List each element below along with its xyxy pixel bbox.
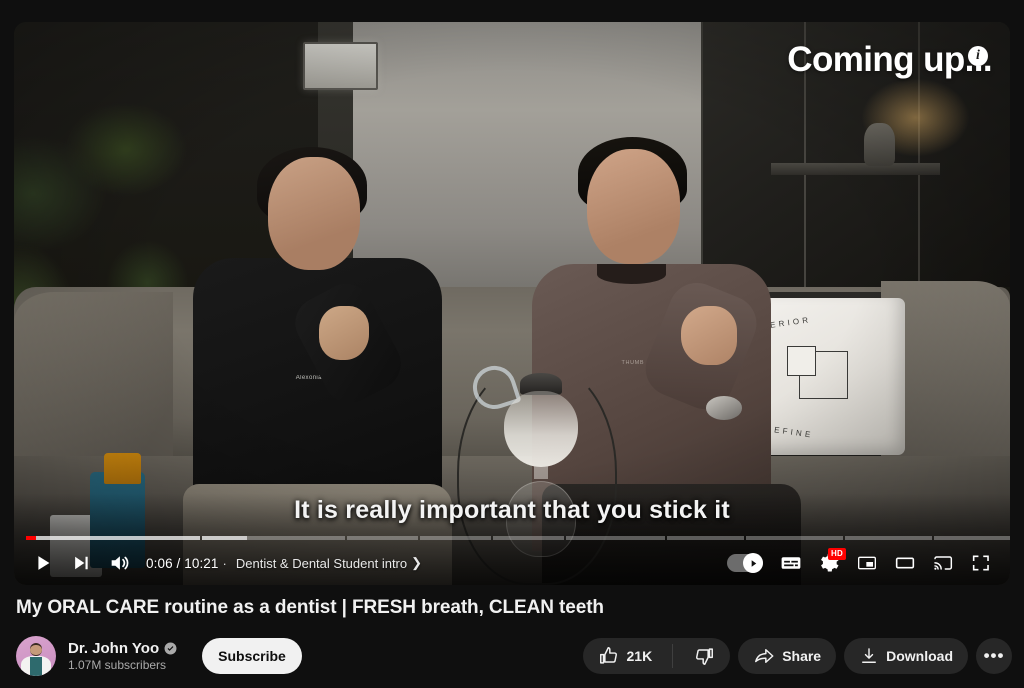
played-progress xyxy=(26,536,36,540)
dislike-button[interactable] xyxy=(680,638,730,674)
cast-icon[interactable] xyxy=(924,544,962,582)
throw-pillow: ERIOR EFINE xyxy=(761,297,906,456)
chapter-segment[interactable] xyxy=(419,536,491,540)
hourglass xyxy=(467,360,578,557)
buffered-progress xyxy=(202,536,247,540)
verified-badge-icon xyxy=(164,642,177,655)
person-right-head xyxy=(586,148,681,265)
video-title: My ORAL CARE routine as a dentist | FRES… xyxy=(16,597,604,618)
like-button[interactable]: 21K xyxy=(583,638,666,674)
chapter-title-text: Dentist & Dental Student intro xyxy=(235,555,408,571)
channel-name-row: Dr. John Yoo xyxy=(68,640,177,657)
info-icon[interactable]: i xyxy=(968,46,988,66)
channel-info: Dr. John Yoo 1.07M subscribers xyxy=(68,640,177,672)
shelf xyxy=(770,162,941,176)
share-button[interactable]: Share xyxy=(738,638,837,674)
chapter-segment[interactable] xyxy=(844,536,933,540)
volume-button[interactable] xyxy=(100,544,138,582)
current-chapter-link[interactable]: Dentist & Dental Student intro ❯ xyxy=(236,555,422,571)
download-button[interactable]: Download xyxy=(844,638,968,674)
hourglass-top-bulb xyxy=(504,391,578,467)
chapter-segment[interactable] xyxy=(202,536,345,540)
thumbs-down-icon xyxy=(696,648,714,665)
hourglass-neck xyxy=(533,461,549,480)
autoplay-toggle[interactable] xyxy=(724,544,772,582)
product-bottle-cap xyxy=(103,452,142,484)
buffered-progress xyxy=(26,536,201,540)
chapter-segment[interactable] xyxy=(346,536,418,540)
player-controls: 0:06 / 10:21 · Dentist & Dental Student … xyxy=(14,541,1010,585)
person-right-collar xyxy=(596,264,667,284)
avatar-scrubs xyxy=(30,656,42,676)
download-icon xyxy=(862,648,877,663)
chapter-segment[interactable] xyxy=(26,536,201,540)
youtube-watch-page: ERIOR EFINE Alexonia THUMB Coming up... … xyxy=(0,0,1024,688)
small-window xyxy=(302,41,378,90)
person-right-wristwatch xyxy=(706,396,743,421)
chapter-segment[interactable] xyxy=(746,536,843,540)
share-label: Share xyxy=(782,648,822,664)
person-right-hand xyxy=(681,306,738,366)
settings-button[interactable]: HD xyxy=(810,544,848,582)
next-video-button[interactable] xyxy=(62,544,100,582)
chapter-segment[interactable] xyxy=(566,536,665,540)
chapter-segments[interactable] xyxy=(26,536,1010,540)
download-label: Download xyxy=(886,648,953,664)
time-separator: · xyxy=(222,555,227,571)
thumbs-up-icon xyxy=(599,647,617,664)
subscribe-button[interactable]: Subscribe xyxy=(202,638,302,674)
miniplayer-button[interactable] xyxy=(848,544,886,582)
autoplay-switch-track[interactable] xyxy=(727,553,763,573)
autoplay-switch-knob xyxy=(743,553,763,573)
chapter-segment[interactable] xyxy=(666,536,745,540)
pillow-text-top: ERIOR xyxy=(769,315,812,331)
person-left-hand xyxy=(318,306,369,360)
like-dislike-group: 21K xyxy=(582,638,731,674)
theater-mode-button[interactable] xyxy=(886,544,924,582)
subtitles-button[interactable] xyxy=(772,544,810,582)
channel-avatar[interactable] xyxy=(16,636,56,676)
vase xyxy=(863,123,896,166)
video-meta-row: Dr. John Yoo 1.07M subscribers Subscribe… xyxy=(16,632,1012,680)
subscriber-count: 1.07M subscribers xyxy=(68,658,167,672)
quality-hd-badge: HD xyxy=(828,548,846,560)
coming-up-overlay: Coming up... xyxy=(787,40,992,79)
like-divider xyxy=(672,644,674,668)
chapter-segment[interactable] xyxy=(492,536,565,540)
more-actions-button[interactable]: ••• xyxy=(976,638,1012,674)
avatar-face xyxy=(30,644,42,656)
pillow-text-bottom: EFINE xyxy=(773,424,814,440)
action-buttons: 21K Share Download ••• xyxy=(582,638,1012,674)
video-player[interactable]: ERIOR EFINE Alexonia THUMB Coming up... … xyxy=(14,22,1010,585)
time-display: 0:06 / 10:21 xyxy=(146,555,219,571)
channel-name[interactable]: Dr. John Yoo xyxy=(68,640,159,657)
chapter-segment[interactable] xyxy=(934,536,1010,540)
fullscreen-button[interactable] xyxy=(962,544,1000,582)
pillow-logo-mark xyxy=(787,346,848,399)
like-count: 21K xyxy=(626,648,653,664)
person-left-head xyxy=(267,157,360,270)
caption-text: It is really important that you stick it xyxy=(294,496,730,524)
chevron-right-icon: ❯ xyxy=(411,555,423,570)
play-button[interactable] xyxy=(24,544,62,582)
share-icon xyxy=(755,649,774,663)
